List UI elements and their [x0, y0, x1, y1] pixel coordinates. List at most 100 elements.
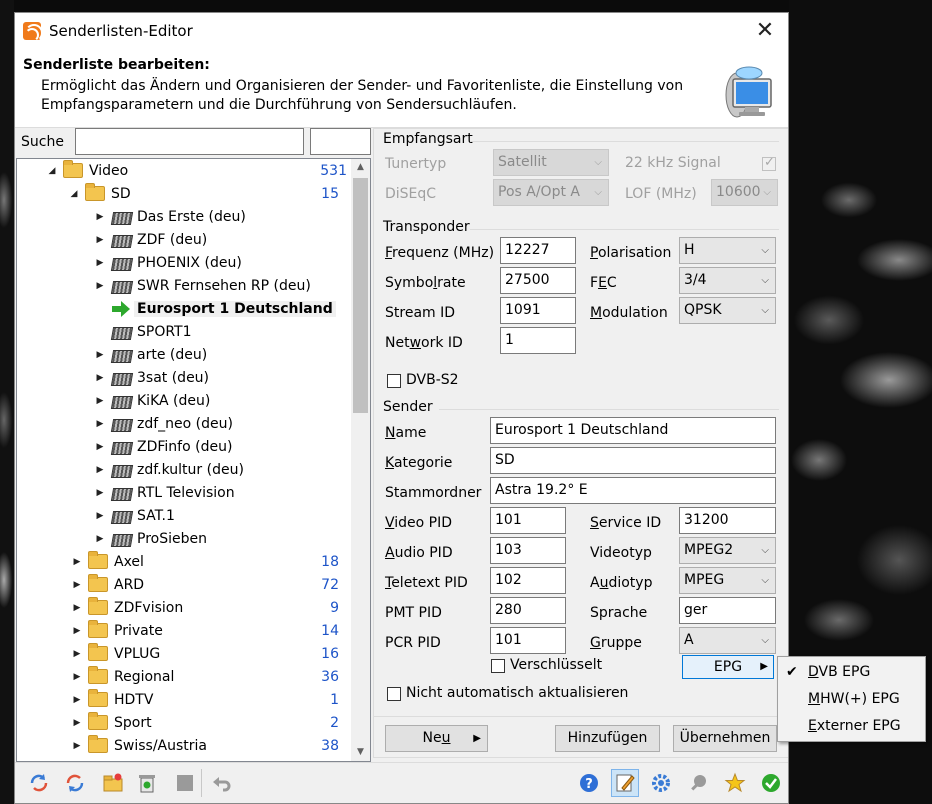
tree-folder-video[interactable]: ◢ Video 531 [47, 159, 347, 182]
networkid-input[interactable]: 1 [500, 327, 576, 354]
help-icon[interactable]: ? [575, 769, 603, 797]
expand-arrow-icon[interactable]: ▶ [72, 741, 82, 751]
channel-tree[interactable]: ◢ Video 531 ◢ SD 15 ▶ Das Erste (deu) ▶ ZD… [16, 158, 371, 762]
videotyp-select[interactable]: MPEG2 ⌵ [679, 537, 776, 564]
pmtpid-input[interactable]: 280 [490, 597, 566, 624]
tree-folder-item[interactable]: ▶ Swiss/Austria 38 [72, 734, 339, 757]
collapse-arrow-icon[interactable]: ◢ [47, 166, 57, 176]
menu-item-mhw-epg[interactable]: MHW(+) EPG [778, 686, 925, 712]
tree-folder-item[interactable]: ▶ Private 14 [72, 619, 339, 642]
tree-folder-sd[interactable]: ◢ SD 15 [69, 182, 339, 205]
hinzufuegen-button[interactable]: Hinzufügen [555, 725, 660, 752]
neu-button[interactable]: Neu ▶ [385, 725, 488, 752]
streamid-input[interactable]: 1091 [500, 297, 576, 324]
settings-icon[interactable] [647, 769, 675, 797]
expand-arrow-icon[interactable]: ▶ [95, 212, 105, 222]
scroll-up-icon[interactable]: ▲ [351, 159, 370, 176]
dvbs2-checkbox[interactable] [387, 374, 401, 388]
expand-arrow-icon[interactable]: ▶ [72, 580, 82, 590]
tree-scrollbar[interactable]: ▲ ▼ [351, 159, 370, 761]
expand-arrow-icon[interactable]: ▶ [72, 557, 82, 567]
tree-channel-item[interactable]: ▶ KiKA (deu) [95, 389, 211, 412]
scrollbar-thumb[interactable] [353, 178, 368, 413]
serviceid-input[interactable]: 31200 [679, 507, 776, 534]
expand-arrow-icon[interactable]: ▶ [95, 281, 105, 291]
tree-folder-item[interactable]: ▶ ARD 72 [72, 573, 339, 596]
tree-channel-item[interactable]: ▶ ZDFinfo (deu) [95, 435, 233, 458]
sprache-input[interactable]: ger [679, 597, 776, 624]
collapse-arrow-icon[interactable]: ◢ [69, 189, 79, 199]
videopid-input[interactable]: 101 [490, 507, 566, 534]
scroll-down-icon[interactable]: ▼ [351, 744, 370, 761]
expand-arrow-icon[interactable]: ▶ [95, 511, 105, 521]
epg-menu-button[interactable]: EPG ▶ [682, 655, 774, 679]
tree-folder-item[interactable]: ▶ Regional 36 [72, 665, 339, 688]
expand-arrow-icon[interactable]: ▶ [72, 695, 82, 705]
tree-channel-item[interactable]: ▶ SWR Fernsehen RP (deu) [95, 274, 311, 297]
refresh-alt-icon[interactable] [61, 769, 89, 797]
nicht-auto-checkbox[interactable] [387, 687, 401, 701]
tree-channel-item[interactable]: ▶ ZDF (deu) [95, 228, 208, 251]
tree-channel-item[interactable]: ▶ Das Erste (deu) [95, 205, 246, 228]
tree-channel-item-selected[interactable]: Eurosport 1 Deutschland [95, 297, 336, 320]
expand-arrow-icon[interactable]: ▶ [72, 672, 82, 682]
tree-channel-item[interactable]: ▶ 3sat (deu) [95, 366, 210, 389]
expand-arrow-icon[interactable]: ▶ [95, 419, 105, 429]
expand-arrow-icon[interactable]: ▶ [95, 350, 105, 360]
expand-arrow-icon[interactable]: ▶ [72, 626, 82, 636]
tree-channel-item[interactable]: ▶ zdf_neo (deu) [95, 412, 233, 435]
verschluesselt-checkbox[interactable] [491, 659, 505, 673]
new-folder-icon[interactable] [99, 769, 127, 797]
teletextpid-input[interactable]: 102 [490, 567, 566, 594]
symbolrate-input[interactable]: 27500 [500, 267, 576, 294]
menu-item-externer-epg[interactable]: Externer EPG [778, 713, 925, 739]
pcrpid-input[interactable]: 101 [490, 627, 566, 654]
edit-icon[interactable] [611, 769, 639, 797]
tree-channel-item[interactable]: ▶ RTL Television [95, 481, 235, 504]
search-icon[interactable] [685, 769, 713, 797]
tree-folder-item[interactable]: ▶ VPLUG 16 [72, 642, 339, 665]
audiotyp-select[interactable]: MPEG ⌵ [679, 567, 776, 594]
delete-icon[interactable] [133, 769, 161, 797]
name-input[interactable]: Eurosport 1 Deutschland [490, 417, 776, 444]
expand-arrow-icon[interactable]: ▶ [72, 603, 82, 613]
tree-folder-item[interactable]: ▶ HDTV 1 [72, 688, 339, 711]
undo-icon[interactable] [208, 769, 236, 797]
modulation-select[interactable]: QPSK ⌵ [679, 297, 776, 324]
tree-channel-item[interactable]: ▶ SAT.1 [95, 504, 175, 527]
stop-icon[interactable] [171, 769, 199, 797]
expand-arrow-icon[interactable]: ▶ [95, 373, 105, 383]
tree-folder-item[interactable]: ▶ ZDFvision 9 [72, 596, 339, 619]
expand-arrow-icon[interactable]: ▶ [95, 396, 105, 406]
close-button[interactable]: ✕ [750, 17, 780, 45]
frequenz-input[interactable]: 12227 [500, 237, 576, 264]
favorite-icon[interactable] [721, 769, 749, 797]
menu-item-dvb-epg[interactable]: ✔ DVB EPG [778, 659, 925, 685]
tree-folder-item[interactable]: ▶ Sport 2 [72, 711, 339, 734]
stammordner-input[interactable]: Astra 19.2° E [490, 477, 776, 504]
tree-channel-item[interactable]: ▶ zdf.kultur (deu) [95, 458, 244, 481]
audiopid-input[interactable]: 103 [490, 537, 566, 564]
polarisation-select[interactable]: H ⌵ [679, 237, 776, 264]
tree-channel-item[interactable]: ▶ PHOENIX (deu) [95, 251, 242, 274]
search-input[interactable] [75, 128, 304, 155]
expand-arrow-icon[interactable]: ▶ [72, 718, 82, 728]
gruppe-select[interactable]: A ⌵ [679, 627, 776, 654]
search-filter-input[interactable] [310, 128, 371, 155]
tree-folder-item[interactable]: ▶ Axel 18 [72, 550, 339, 573]
expand-arrow-icon[interactable]: ▶ [95, 258, 105, 268]
expand-arrow-icon[interactable]: ▶ [95, 235, 105, 245]
expand-arrow-icon[interactable]: ▶ [95, 442, 105, 452]
fec-select[interactable]: 3/4 ⌵ [679, 267, 776, 294]
expand-arrow-icon[interactable]: ▶ [95, 488, 105, 498]
expand-arrow-icon[interactable]: ▶ [72, 649, 82, 659]
uebernehmen-button[interactable]: Übernehmen [673, 725, 777, 752]
expand-arrow-icon[interactable]: ▶ [95, 465, 105, 475]
tree-channel-item[interactable]: ▶ arte (deu) [95, 343, 208, 366]
tree-channel-item[interactable]: ▶ ProSieben [95, 527, 207, 550]
expand-arrow-icon[interactable]: ▶ [95, 534, 105, 544]
tree-channel-item[interactable]: SPORT1 [95, 320, 192, 343]
confirm-icon[interactable] [757, 769, 785, 797]
kategorie-input[interactable]: SD [490, 447, 776, 474]
refresh-icon[interactable] [25, 769, 53, 797]
